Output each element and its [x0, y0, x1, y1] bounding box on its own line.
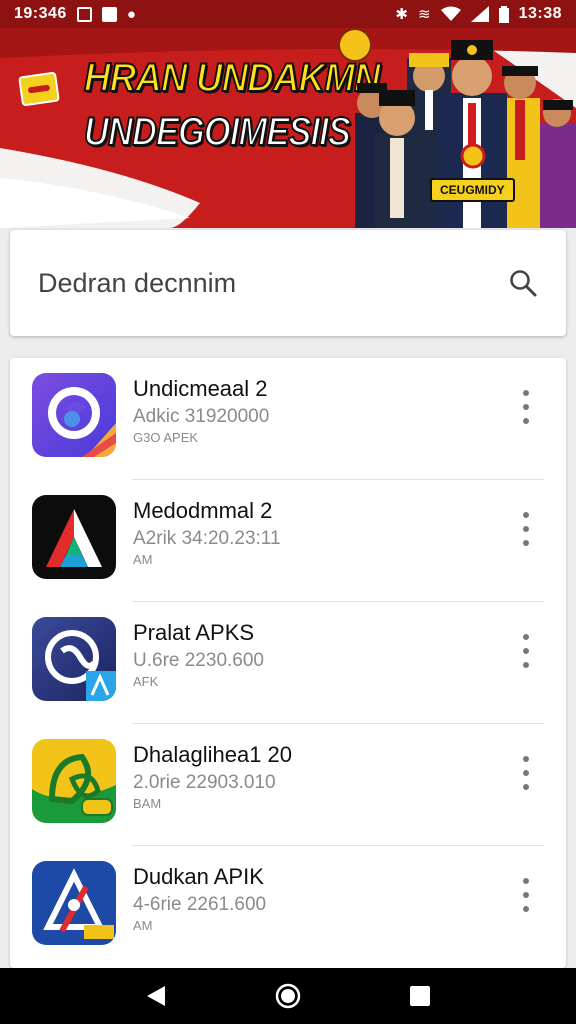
app-name: Dhalaglihea1 20: [133, 742, 293, 767]
app-list-item[interactable]: Dudkan APIK 4-6rie 2261.600 AM: [10, 846, 566, 968]
app-name: Dudkan APIK: [133, 864, 264, 889]
app-version: 4-6rie 2261.600: [133, 894, 267, 915]
search-bar[interactable]: Dedran decnnim: [10, 230, 566, 336]
leaf-app-icon[interactable]: [32, 739, 116, 823]
vibrate-icon: ≋: [418, 5, 431, 23]
chat-notification-icon: ●: [126, 5, 136, 23]
recents-button[interactable]: [400, 976, 440, 1016]
status-bar-right: ✱ ≋ 13:38: [395, 5, 562, 23]
status-time-right: 13:38: [518, 5, 562, 22]
status-bar: 19:346 ● ✱ ≋ 13:38: [0, 0, 576, 28]
banner-title-line2: UNDEGOIMESIIS: [83, 110, 352, 154]
image-notification-icon: [76, 6, 92, 22]
more-options-icon[interactable]: [520, 512, 532, 546]
app-name: Medodmmal 2: [133, 498, 273, 523]
signal-icon: [470, 6, 489, 22]
app-version: Adkic 31920000: [133, 406, 270, 427]
app-list-item[interactable]: Undicmeaal 2 Adkic 31920000 G3O APEK: [10, 358, 566, 480]
status-time-left: 19:346: [14, 5, 67, 22]
banner-title-line1: HRAN UNDAKMN: [83, 56, 381, 100]
home-icon[interactable]: [274, 982, 302, 1010]
back-icon[interactable]: [145, 984, 167, 1008]
search-input[interactable]: Dedran decnnim: [38, 268, 508, 299]
banner-badge: CEUGMIDY: [430, 178, 515, 202]
more-options-icon[interactable]: [520, 634, 532, 668]
compass-app-icon[interactable]: [32, 861, 116, 945]
app-list: Undicmeaal 2 Adkic 31920000 G3O APEK Med…: [10, 358, 566, 968]
app-name: Undicmeaal 2: [133, 376, 268, 401]
back-button[interactable]: [136, 976, 176, 1016]
status-bar-left: 19:346 ●: [14, 5, 136, 23]
app-meta: AM: [133, 552, 153, 567]
search-icon[interactable]: [508, 268, 538, 298]
app-meta: BAM: [133, 796, 162, 811]
app-meta: AM: [133, 918, 153, 933]
message-notification-icon: [101, 6, 117, 22]
app-version: U.6re 2230.600: [133, 650, 264, 671]
system-nav-bar: [0, 968, 576, 1024]
home-button[interactable]: [268, 976, 308, 1016]
triangle-app-icon[interactable]: [32, 495, 116, 579]
more-options-icon[interactable]: [520, 756, 532, 790]
recents-icon[interactable]: [409, 985, 431, 1007]
bluetooth-icon: ✱: [395, 5, 408, 23]
more-options-icon[interactable]: [520, 390, 532, 424]
wifi-icon: [440, 6, 461, 21]
promo-banner[interactable]: HRAN UNDAKMN UNDEGOIMESIIS CEUGMIDY: [0, 28, 576, 228]
app-list-item[interactable]: Medodmmal 2 A2rik 34:20.23:11 AM: [10, 480, 566, 602]
more-options-icon[interactable]: [520, 878, 532, 912]
app-meta: AFK: [133, 674, 159, 689]
app-list-item[interactable]: Dhalaglihea1 20 2.0rie 22903.010 BAM: [10, 724, 566, 846]
app-version: 2.0rie 22903.010: [133, 772, 276, 793]
swirl-app-icon[interactable]: [32, 373, 116, 457]
banner-logo: [18, 71, 60, 107]
circle-link-app-icon[interactable]: [32, 617, 116, 701]
app-list-item[interactable]: Pralat APKS U.6re 2230.600 AFK: [10, 602, 566, 724]
app-version: A2rik 34:20.23:11: [133, 528, 281, 549]
app-name: Pralat APKS: [133, 620, 255, 645]
battery-icon: [498, 5, 509, 23]
app-meta: G3O APEK: [133, 430, 199, 445]
